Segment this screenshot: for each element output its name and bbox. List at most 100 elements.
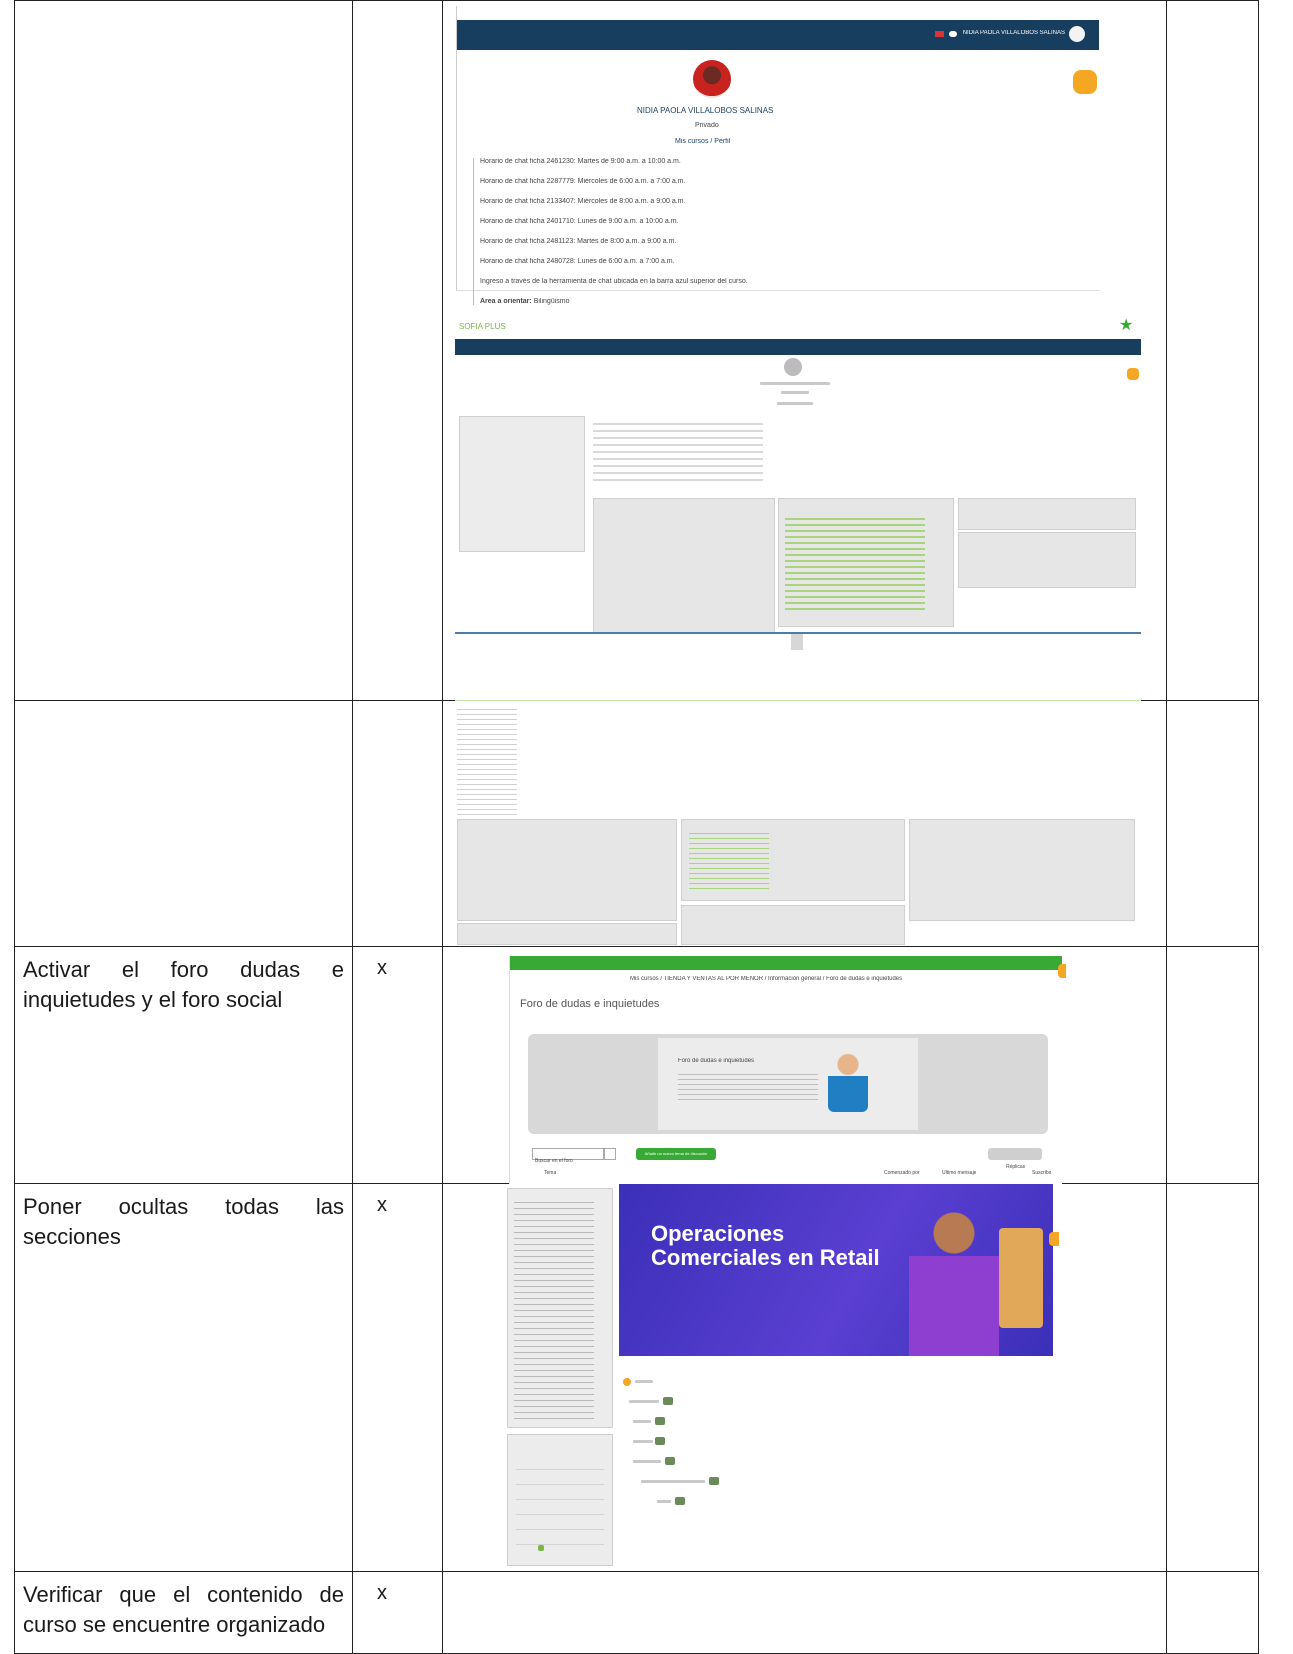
mark-cell xyxy=(352,700,443,947)
schedule-line: Horario de chat ficha 2401710: Lunes de … xyxy=(480,218,679,225)
lower-reports-panel xyxy=(681,905,905,945)
schedule-line: Horario de chat ficha 2461230: Martes de… xyxy=(480,158,681,165)
task-cell: Activar el foro dudas e inquietudes y el… xyxy=(14,946,353,1184)
screenshot-cell: NIDIA PAOLA VILLALOBOS SALINAS NIDIA PAO… xyxy=(442,0,1167,701)
banner-person xyxy=(909,1206,999,1356)
lower-schedule-lines xyxy=(457,705,517,815)
section-line xyxy=(633,1460,661,1463)
add-topic-button[interactable]: Añadir un nuevo tema de discusión xyxy=(636,1148,716,1160)
col-tema: Tema xyxy=(544,1170,557,1176)
section-line xyxy=(657,1500,671,1503)
table-row: Verificar que el contenido de curso se e… xyxy=(14,1571,1259,1654)
calendar-today[interactable] xyxy=(538,1545,544,1551)
hidden-badge xyxy=(709,1477,719,1485)
course-nav-panel xyxy=(459,416,585,552)
search-input[interactable]: Buscar en el foro xyxy=(532,1148,604,1164)
table-row: NIDIA PAOLA VILLALOBOS SALINAS NIDIA PAO… xyxy=(14,0,1259,701)
banner-box xyxy=(999,1228,1043,1328)
hidden-badge xyxy=(675,1497,685,1505)
full-avatar xyxy=(784,358,802,376)
full-name-line xyxy=(760,382,830,385)
section-icon xyxy=(623,1378,631,1386)
flag-icon xyxy=(935,31,944,37)
empty-cell xyxy=(1166,946,1259,1184)
table-row: Poner ocultas todas las secciones x Oper… xyxy=(14,1183,1259,1572)
table-row xyxy=(14,700,1259,947)
mark-cell: x xyxy=(352,946,443,1184)
banner-line1: Operaciones xyxy=(651,1221,785,1246)
chat-icon xyxy=(949,31,957,37)
forum-topbar xyxy=(510,956,1062,970)
schedule-line: Horario de chat ficha 2481123: Martes de… xyxy=(480,238,677,245)
empty-cell xyxy=(1166,700,1259,947)
hidden-badge xyxy=(665,1457,675,1465)
profile-name: NIDIA PAOLA VILLALOBOS SALINAS xyxy=(637,106,774,115)
hidden-badge xyxy=(655,1437,665,1445)
section-line xyxy=(641,1480,705,1483)
search-button[interactable] xyxy=(604,1148,616,1160)
screenshot-cell: Operaciones Comerciales en Retail xyxy=(442,1183,1167,1572)
login-activity-panel xyxy=(958,532,1136,588)
profile-screenshot: NIDIA PAOLA VILLALOBOS SALINAS NIDIA PAO… xyxy=(456,6,1099,305)
schedule-line: Horario de chat ficha 2133407: Miércoles… xyxy=(480,198,686,205)
help-icon[interactable] xyxy=(1073,70,1097,94)
schedule-line: Ingreso a través de la herramienta de ch… xyxy=(480,278,748,285)
screenshot-cell xyxy=(442,700,1167,947)
course-screenshot: Operaciones Comerciales en Retail xyxy=(507,1184,1077,1570)
area-value: Bilingüismo xyxy=(533,298,570,305)
avatar[interactable] xyxy=(1069,26,1085,42)
profile-status: Privado xyxy=(695,122,719,129)
schedule-block: Horario de chat ficha 2461230: Martes de… xyxy=(473,158,1080,305)
task-cell xyxy=(14,0,353,701)
area-label: Área a orientar: xyxy=(480,298,532,305)
profile-breadcrumb[interactable]: Mis cursos / Perfil xyxy=(675,138,730,145)
full-schedule-lines xyxy=(593,418,763,484)
subscription-button[interactable] xyxy=(988,1148,1042,1160)
profile-full-screenshot: SOFIA PLUS ★ xyxy=(455,318,1141,640)
screenshot-cell xyxy=(442,1571,1167,1654)
forum-screenshot: Mis cursos / TIENDA Y VENTAS AL POR MENO… xyxy=(509,956,1066,1184)
section-line xyxy=(633,1420,651,1423)
help-icon[interactable] xyxy=(1049,1232,1059,1246)
col-ultimo: Último mensaje xyxy=(942,1170,977,1176)
schedule-line: Horario de chat ficha 2287779: Miércoles… xyxy=(480,178,686,185)
banner-lines xyxy=(678,1070,818,1100)
task-cell: Poner ocultas todas las secciones xyxy=(14,1183,353,1572)
hidden-badge xyxy=(655,1417,665,1425)
col-suscribir: Suscribir xyxy=(1032,1170,1052,1176)
empty-cell xyxy=(1166,1183,1259,1572)
navbar-user-name[interactable]: NIDIA PAOLA VILLALOBOS SALINAS xyxy=(963,30,1065,36)
help-icon[interactable] xyxy=(1127,368,1139,380)
section-line xyxy=(633,1440,653,1443)
top-navbar: NIDIA PAOLA VILLALOBOS SALINAS xyxy=(457,20,1099,50)
forum-title: Foro de dudas e inquietudes xyxy=(520,998,660,1010)
calendar-grid[interactable] xyxy=(516,1455,604,1555)
forum-breadcrumb[interactable]: Mis cursos / TIENDA Y VENTAS AL POR MENO… xyxy=(630,976,902,982)
lower-misc-panel xyxy=(909,819,1135,921)
course-index-panel xyxy=(507,1188,613,1428)
lower-avatar xyxy=(791,634,803,650)
lower-user-details xyxy=(457,819,677,921)
lower-course-links[interactable] xyxy=(689,829,769,889)
star-icon: ★ xyxy=(1119,317,1134,334)
course-banner: Operaciones Comerciales en Retail xyxy=(619,1184,1053,1356)
mark-cell: x xyxy=(352,1183,443,1572)
brand-logo: SOFIA PLUS xyxy=(459,322,506,331)
area-line: Área a orientar: Bilingüismo xyxy=(480,298,1080,305)
banner-line2: Comerciales en Retail xyxy=(651,1245,880,1270)
course-links[interactable] xyxy=(785,514,925,614)
misc-panel xyxy=(958,498,1136,530)
full-breadcrumb-line xyxy=(777,402,813,405)
section-line xyxy=(629,1400,659,1403)
empty-cell xyxy=(1166,0,1259,701)
help-icon[interactable] xyxy=(1058,964,1066,978)
course-index-lines[interactable] xyxy=(514,1199,594,1419)
banner-title: Foro de dudas e inquietudes xyxy=(678,1058,755,1064)
screenshot-cell: Mis cursos / TIENDA Y VENTAS AL POR MENO… xyxy=(442,946,1167,1184)
schedule-line: Horario de chat ficha 2480728: Lunes de … xyxy=(480,258,675,265)
hidden-badge xyxy=(663,1397,673,1405)
mark-cell xyxy=(352,0,443,701)
empty-cell xyxy=(1166,1571,1259,1654)
forum-banner: Foro de dudas e inquietudes xyxy=(528,1034,1048,1134)
table-row: Activar el foro dudas e inquietudes y el… xyxy=(14,946,1259,1184)
